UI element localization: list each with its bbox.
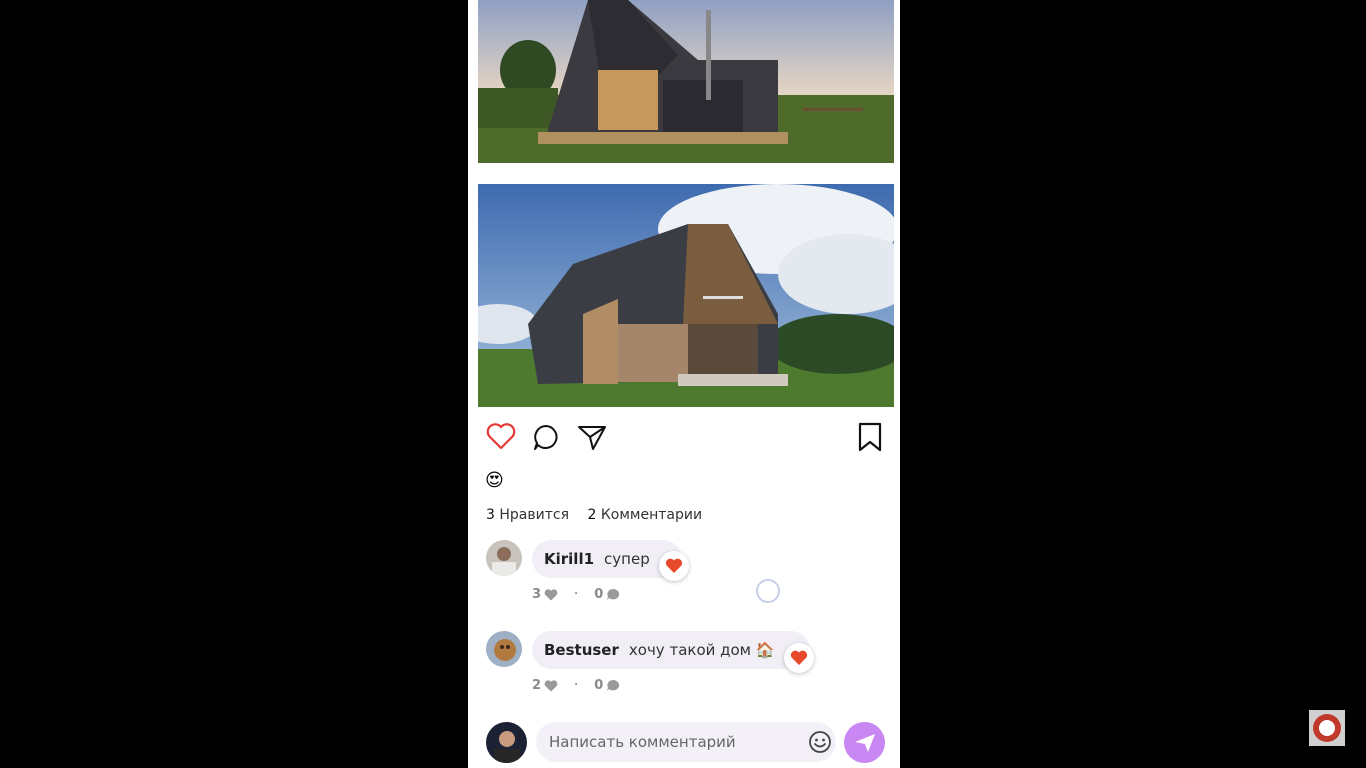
comment-username[interactable]: Bestuser (544, 641, 619, 659)
heart-icon (790, 650, 808, 665)
likes-label: Нравится (499, 507, 569, 523)
comment-like-count: 3 (532, 587, 542, 602)
comment-like-count: 2 (532, 678, 542, 693)
comment-reply-count: 0 (594, 678, 604, 693)
likes-stat[interactable]: 3 Нравится (486, 507, 573, 523)
comment-text: хочу такой дом 🏠 (628, 641, 775, 659)
house-photo-2[interactable] (478, 184, 894, 407)
bookmark-button[interactable] (857, 422, 883, 452)
comment-input[interactable] (536, 722, 799, 762)
comment-bubble[interactable]: Bestuser хочу такой дом 🏠 (532, 631, 810, 669)
avatar[interactable] (486, 540, 522, 576)
comments-label: Комментарии (600, 507, 703, 523)
comment-meta: 2 · 0 (532, 678, 620, 693)
emoji-button[interactable] (808, 730, 832, 754)
comment-reply-count: 0 (594, 587, 604, 602)
comment-meta: 3 · 0 (532, 587, 620, 602)
post-screen: 😍 3 Нравится 2 Комментарии Kirill1 супер… (468, 0, 900, 768)
avatar[interactable] (486, 631, 522, 667)
current-user-avatar[interactable] (486, 722, 527, 763)
house-photo-1[interactable] (478, 0, 894, 163)
heart-icon (486, 423, 516, 450)
like-button[interactable] (486, 422, 516, 450)
heart-icon (544, 588, 558, 600)
bookmark-icon (858, 422, 882, 452)
comment-bubble-icon (534, 425, 558, 450)
comment-like-button[interactable] (659, 551, 689, 581)
post-stats: 3 Нравится 2 Комментарии (486, 507, 716, 523)
comments-count: 2 (587, 507, 597, 523)
comment-input-container (536, 722, 836, 762)
send-comment-button[interactable] (844, 722, 885, 763)
separator-dot: · (574, 587, 579, 602)
reply-bubble-icon (607, 588, 620, 600)
likes-count: 3 (486, 507, 495, 523)
reaction-emoji[interactable]: 😍 (485, 470, 504, 492)
comment-like-button[interactable] (784, 643, 814, 673)
share-button[interactable] (577, 423, 607, 451)
paper-plane-icon (854, 733, 875, 752)
comments-stat[interactable]: 2 Комментарии (587, 507, 702, 523)
send-icon (578, 426, 606, 450)
heart-icon (544, 679, 558, 691)
channel-watermark-logo (1309, 710, 1345, 746)
smiley-icon (809, 731, 831, 753)
loading-spinner (756, 579, 780, 603)
reply-bubble-icon (607, 679, 620, 691)
heart-icon (665, 558, 683, 573)
separator-dot: · (574, 678, 579, 693)
comment-username[interactable]: Kirill1 (544, 550, 594, 568)
comment-text: супер (604, 550, 650, 568)
comment-button[interactable] (532, 423, 560, 451)
